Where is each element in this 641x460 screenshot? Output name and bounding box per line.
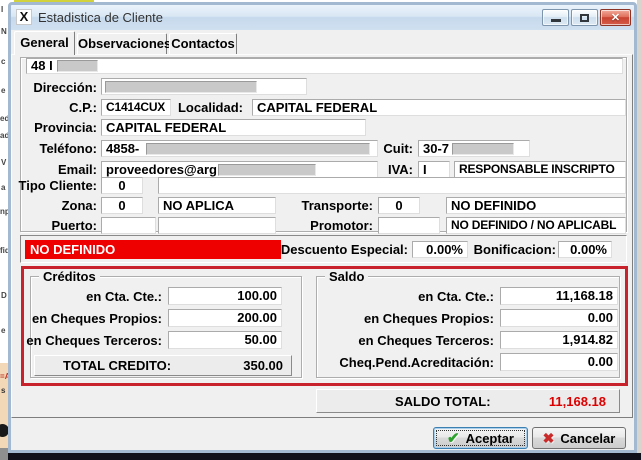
screen: I N c e ed ad V a np fid D e =A s X Esta… bbox=[0, 0, 641, 460]
saldo-title: Saldo bbox=[325, 269, 368, 284]
telefono-label: Teléfono: bbox=[39, 142, 97, 156]
redaction-box bbox=[452, 143, 514, 155]
cancelar-button-label: Cancelar bbox=[560, 431, 615, 446]
iva-label: IVA: bbox=[388, 163, 413, 177]
cp-label: C.P.: bbox=[69, 101, 97, 115]
email-label: Email: bbox=[58, 163, 97, 177]
provincia-label: Provincia: bbox=[34, 121, 97, 135]
creditos-cheques-terceros-field[interactable]: 50.00 bbox=[168, 331, 282, 349]
saldo-row-label: en Cta. Cte.: bbox=[418, 290, 494, 304]
creditos-cheques-propios-field[interactable]: 200.00 bbox=[168, 309, 282, 327]
descuento-label: Descuento Especial: bbox=[281, 243, 408, 257]
creditos-cta-cte-field[interactable]: 100.00 bbox=[168, 287, 282, 305]
localidad-label: Localidad: bbox=[178, 101, 243, 115]
total-credito-value: 350.00 bbox=[243, 358, 283, 373]
total-credito-label: TOTAL CREDITO: bbox=[63, 358, 171, 373]
zona-value-field[interactable]: 0 bbox=[101, 197, 143, 214]
localidad-field[interactable]: CAPITAL FEDERAL bbox=[252, 99, 626, 116]
redaction-box bbox=[146, 143, 370, 155]
bg-text-fragment: e bbox=[1, 86, 5, 95]
bg-text-fragment: e bbox=[1, 326, 5, 335]
minimize-icon bbox=[551, 19, 561, 22]
background-window-right-strip bbox=[637, 0, 641, 460]
total-credito-panel: TOTAL CREDITO: 350.00 bbox=[34, 355, 292, 376]
saldo-cta-cte-field[interactable]: 11,168.18 bbox=[500, 287, 618, 305]
bg-text-fragment: D bbox=[1, 291, 7, 300]
tipo-cliente-label: Tipo Cliente: bbox=[19, 179, 97, 193]
creditos-row-label: en Cta. Cte.: bbox=[86, 290, 162, 304]
saldo-cheques-propios-field[interactable]: 0.00 bbox=[500, 309, 618, 327]
close-button[interactable]: ✕ bbox=[600, 9, 631, 26]
check-icon: ✔ bbox=[447, 431, 460, 446]
puerto-value-field[interactable] bbox=[101, 217, 156, 234]
tab-observaciones[interactable]: Observaciones bbox=[77, 33, 167, 54]
creditos-row-label: en Cheques Terceros: bbox=[26, 334, 162, 348]
redaction-box bbox=[105, 81, 257, 93]
puerto-desc-field[interactable] bbox=[158, 217, 276, 234]
saldo-row-label: en Cheques Propios: bbox=[364, 312, 494, 326]
cuit-label: Cuit: bbox=[383, 142, 413, 156]
maximize-button[interactable] bbox=[571, 9, 598, 26]
creditos-row-label: en Cheques Propios: bbox=[32, 312, 162, 326]
tab-general[interactable]: General bbox=[14, 31, 75, 55]
maximize-icon bbox=[580, 14, 589, 22]
iva-desc-field[interactable]: RESPONSABLE INSCRIPTO bbox=[454, 161, 626, 178]
puerto-label: Puerto: bbox=[52, 219, 98, 233]
minimize-button[interactable] bbox=[542, 9, 569, 26]
window-title: Estadistica de Cliente bbox=[38, 10, 163, 25]
promotor-label: Promotor: bbox=[310, 219, 373, 233]
saldo-row-label: Cheq.Pend.Acreditación: bbox=[339, 356, 494, 370]
saldo-total-panel: SALDO TOTAL: 11,168.18 bbox=[316, 389, 620, 413]
status-banner: NO DEFINIDO bbox=[25, 240, 281, 259]
bg-text-fragment: V bbox=[1, 158, 6, 167]
transporte-value-field[interactable]: 0 bbox=[378, 197, 420, 214]
cancelar-button[interactable]: ✖ Cancelar bbox=[532, 427, 626, 449]
provincia-field[interactable]: CAPITAL FEDERAL bbox=[101, 119, 366, 136]
bg-text-fragment: N bbox=[1, 27, 7, 36]
app-icon[interactable]: X bbox=[16, 9, 32, 25]
saldo-row-label: en Cheques Terceros: bbox=[358, 334, 494, 348]
bg-text-fragment: a bbox=[1, 183, 5, 192]
creditos-title: Créditos bbox=[39, 269, 100, 284]
bonificacion-field[interactable]: 0.00% bbox=[558, 241, 612, 258]
saldo-cheques-terceros-field[interactable]: 1,914.82 bbox=[500, 331, 618, 349]
zona-desc-field[interactable]: NO APLICA bbox=[158, 197, 276, 214]
promotor-value-field[interactable] bbox=[378, 217, 440, 234]
tipo-cliente-value-field[interactable]: 0 bbox=[101, 177, 143, 194]
direccion-label: Dirección: bbox=[33, 81, 97, 95]
close-icon: ✕ bbox=[601, 11, 630, 24]
bg-text-fragment: I bbox=[1, 5, 3, 14]
saldo-total-value: 11,168.18 bbox=[549, 394, 606, 409]
descuento-field[interactable]: 0.00% bbox=[412, 241, 468, 258]
background-window-bottom-strip bbox=[8, 453, 641, 460]
bg-text-fragment: c bbox=[1, 57, 5, 66]
cp-field[interactable]: C1414CUX bbox=[101, 99, 171, 116]
tipo-cliente-desc-field[interactable] bbox=[158, 177, 626, 194]
client-code-field[interactable]: 48 I bbox=[26, 58, 623, 74]
promotor-desc-field[interactable]: NO DEFINIDO / NO APLICABL bbox=[446, 217, 626, 234]
aceptar-button[interactable]: ✔ Aceptar bbox=[433, 427, 528, 449]
transporte-label: Transporte: bbox=[301, 199, 373, 213]
aceptar-button-label: Aceptar bbox=[466, 431, 514, 446]
zona-label: Zona: bbox=[62, 199, 97, 213]
redaction-box bbox=[218, 164, 316, 176]
tab-contactos[interactable]: Contactos bbox=[169, 33, 237, 54]
x-icon: ✖ bbox=[543, 431, 555, 445]
bonificacion-label: Bonificacion: bbox=[474, 243, 556, 257]
transporte-desc-field[interactable]: NO DEFINIDO bbox=[446, 197, 626, 214]
saldo-cheq-pend-field[interactable]: 0.00 bbox=[500, 353, 618, 371]
saldo-total-label: SALDO TOTAL: bbox=[395, 394, 491, 409]
iva-code-field[interactable]: I bbox=[418, 161, 450, 178]
bg-text-fragment: s bbox=[1, 386, 5, 395]
redaction-box bbox=[57, 60, 98, 72]
